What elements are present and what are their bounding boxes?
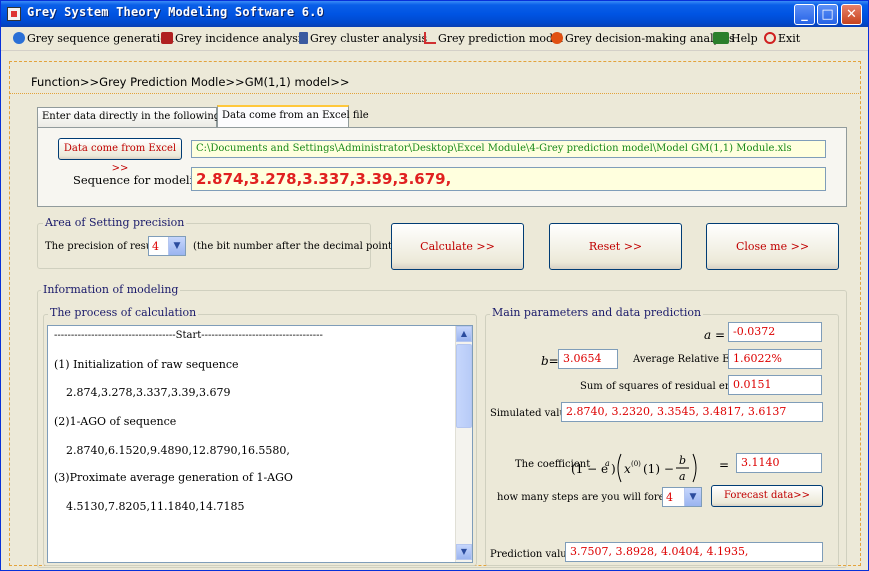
coefficient-formula: (1 − e a ) x (0) (1) − b a (571, 453, 697, 483)
precision-note: (the bit number after the decimal point) (193, 241, 396, 252)
b-label: b= (541, 354, 559, 368)
prediction-values[interactable]: 3.7507, 3.8928, 4.0404, 4.1935, (565, 542, 823, 562)
svg-text:(1) −: (1) − (643, 462, 674, 476)
menu-label: Exit (778, 32, 801, 45)
close-me-button[interactable]: Close me >> (706, 223, 839, 270)
modeling-group-title: Information of modeling (41, 283, 181, 296)
calc-line: (2)1-AGO of sequence (54, 415, 177, 428)
menu-exit[interactable]: Exit (764, 32, 800, 45)
svg-text:b: b (679, 454, 686, 467)
breadcrumb: Function>>Grey Prediction Modle>>GM(1,1)… (31, 75, 350, 89)
menu-grey-incidence-analysis[interactable]: Grey incidence analysis (161, 32, 307, 45)
sequence-input[interactable]: 2.874,3.278,3.337,3.39,3.679, (191, 167, 826, 191)
data-from-excel-button[interactable]: Data come from Excel >> (58, 138, 182, 174)
svg-text:(0): (0) (631, 460, 641, 468)
menu-grey-prediction-model[interactable]: Grey prediction model (424, 32, 563, 45)
precision-label: The precision of results (45, 241, 165, 252)
scroll-up-icon[interactable]: ▲ (456, 326, 472, 342)
reset-button[interactable]: Reset >> (549, 223, 682, 270)
app-icon (7, 7, 21, 21)
a-value[interactable]: -0.0372 (728, 322, 822, 342)
tab-excel-file[interactable]: Data come from an Excel file (217, 105, 369, 127)
are-value[interactable]: 1.6022% (728, 349, 822, 369)
help-icon (713, 32, 729, 44)
tab-enter-data-directly[interactable]: Enter data directly in the following Tex… (37, 107, 263, 127)
params-group-title: Main parameters and data prediction (490, 306, 704, 319)
calculate-button[interactable]: Calculate >> (391, 223, 524, 270)
calc-line: 2.874,3.278,3.337,3.39,3.679 (66, 386, 231, 399)
menu-label: Grey prediction model (438, 32, 564, 45)
svg-text:a: a (605, 459, 610, 468)
calc-line: 4.5130,7.8205,11.1840,14.7185 (66, 500, 245, 513)
menu-bar: Grey sequence generation Grey incidence … (1, 27, 868, 51)
menu-grey-decision-making-analysis[interactable]: Grey decision-making analysis (551, 32, 735, 45)
chevron-down-icon[interactable]: ▼ (684, 488, 701, 506)
menu-grey-cluster-analysis[interactable]: Grey cluster analysis (299, 32, 427, 45)
calc-line: 2.8740,6.1520,9.4890,12.8790,16.5580, (66, 444, 290, 457)
a-label: a = (704, 328, 726, 342)
calc-line: ------------------------------------Star… (54, 330, 323, 341)
svg-text:a: a (679, 470, 686, 483)
window-title: Grey System Theory Modeling Software 6.0 (27, 5, 324, 19)
svg-text:x: x (624, 462, 631, 476)
b-value[interactable]: 3.0654 (558, 349, 618, 369)
minimize-button[interactable]: _ (794, 4, 815, 25)
maximize-button[interactable]: □ (817, 4, 838, 25)
calc-line: (1) Initialization of raw sequence (54, 358, 239, 371)
coefficient-equals: = (719, 458, 730, 472)
excel-path-field[interactable]: C:\Documents and Settings\Administrator\… (191, 140, 826, 158)
menu-label: Grey decision-making analysis (565, 32, 735, 45)
scroll-thumb[interactable] (456, 344, 472, 428)
menu-label: Grey incidence analysis (175, 32, 308, 45)
close-window-button[interactable]: ✕ (841, 4, 862, 25)
simulated-values[interactable]: 2.8740, 3.2320, 3.3545, 3.4817, 3.6137 (561, 402, 823, 422)
cluster-icon (299, 32, 308, 44)
chevron-down-icon[interactable]: ▼ (168, 237, 185, 255)
menu-help[interactable]: Help (713, 32, 758, 45)
menu-label: Help (731, 32, 758, 45)
divider (9, 93, 861, 94)
calc-line: (3)Proximate average generation of 1-AGO (54, 471, 293, 484)
steps-value: 4 (666, 491, 673, 504)
decision-icon (551, 32, 563, 44)
app-window: Grey System Theory Modeling Software 6.0… (0, 0, 869, 571)
precision-group-title: Area of Setting precision (43, 216, 187, 229)
title-bar[interactable]: Grey System Theory Modeling Software 6.0… (1, 1, 868, 27)
incidence-icon (161, 32, 173, 44)
coefficient-value[interactable]: 3.1140 (736, 453, 822, 473)
precision-select[interactable]: 4 ▼ (148, 236, 186, 256)
svg-text:(1 − e: (1 − e (571, 462, 608, 476)
ssr-value[interactable]: 0.0151 (728, 375, 822, 395)
prediction-icon (424, 32, 436, 44)
calculation-textbox[interactable]: ------------------------------------Star… (47, 325, 473, 563)
vertical-scrollbar[interactable]: ▲ ▼ (455, 326, 472, 562)
sequence-icon (13, 32, 25, 44)
sequence-label: Sequence for modeling (73, 173, 209, 187)
menu-label: Grey cluster analysis (310, 32, 428, 45)
svg-text:): ) (611, 462, 616, 476)
steps-select[interactable]: 4 ▼ (662, 487, 702, 507)
ssr-label: Sum of squares of residual error (580, 381, 746, 392)
precision-value: 4 (152, 240, 159, 253)
menu-label: Grey sequence generation (27, 32, 174, 45)
exit-icon (764, 32, 776, 44)
process-group-title: The process of calculation (48, 306, 199, 319)
menu-grey-sequence-generation[interactable]: Grey sequence generation (13, 32, 174, 45)
forecast-data-button[interactable]: Forecast data>> (711, 485, 823, 507)
scroll-down-icon[interactable]: ▼ (456, 544, 472, 560)
